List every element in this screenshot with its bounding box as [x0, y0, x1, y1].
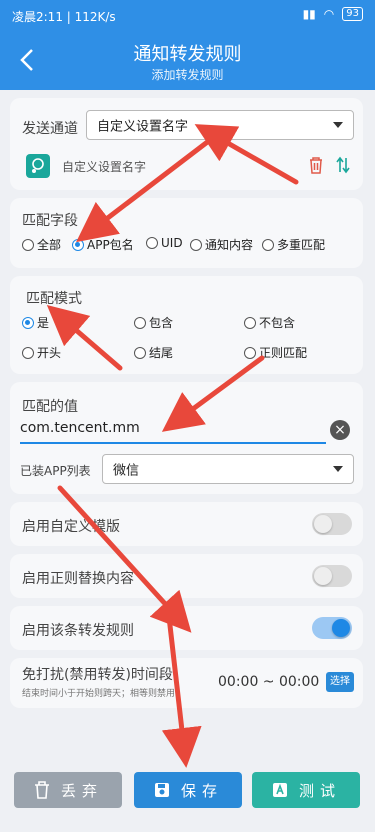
radio-all[interactable]: 全部	[22, 236, 61, 253]
sender-card: 发送通道 自定义设置名字 自定义设置名字	[10, 98, 363, 190]
status-bar: 凌晨2:11 | 112K/s ▮▮ ◠ 93	[0, 0, 375, 32]
radio-app-package[interactable]: APP包名	[72, 236, 134, 253]
radio-uid[interactable]: UID	[146, 236, 183, 250]
dropdown-caret-icon	[333, 122, 343, 128]
radio-starts-with[interactable]: 开头	[22, 344, 61, 361]
dnd-card: 免打扰(禁用转发)时间段 结束时间小于开始则跨天；相等则禁用 00:00 ~ 0…	[10, 658, 363, 708]
wifi-icon: ◠	[323, 7, 335, 21]
installed-apps-select[interactable]: 微信	[102, 454, 354, 484]
dnd-hint: 结束时间小于开始则跨天；相等则禁用	[22, 689, 176, 699]
save-disk-icon	[154, 783, 169, 797]
radio-not-contains[interactable]: 不包含	[244, 314, 295, 331]
toggle-label-regex-replace: 启用正则替换内容	[22, 571, 134, 587]
app-bar: 通知转发规则 添加转发规则	[0, 32, 375, 90]
radio-multi-match[interactable]: 多重匹配	[262, 236, 325, 253]
radio-notification-content[interactable]: 通知内容	[190, 236, 253, 253]
installed-apps-label: 已装APP列表	[20, 464, 91, 478]
toggle-card-regex-replace: 启用正则替换内容	[10, 554, 363, 598]
match-value-label: 匹配的值	[22, 399, 78, 415]
match-mode-label: 匹配模式	[26, 291, 82, 307]
discard-button[interactable]: 丢弃	[14, 772, 122, 808]
delete-icon[interactable]	[308, 156, 324, 174]
custom-template-switch[interactable]	[312, 513, 352, 535]
trash-icon	[34, 781, 49, 799]
page-subtitle: 添加转发规则	[151, 68, 224, 82]
channel-app-icon	[26, 154, 50, 178]
enable-rule-switch[interactable]	[312, 617, 352, 639]
sender-label: 发送通道	[22, 121, 78, 137]
clear-icon[interactable]: ×	[330, 420, 350, 440]
signal-icon: ▮▮	[302, 7, 316, 21]
status-time: 凌晨2:11 | 112K/s	[12, 10, 116, 24]
toggle-label-custom-template: 启用自定义模版	[22, 519, 120, 535]
match-value-card: 匹配的值 com.tencent.mm × 已装APP列表 微信	[10, 382, 363, 494]
toggle-card-enable-rule: 启用该条转发规则	[10, 606, 363, 650]
channel-name: 自定义设置名字	[62, 160, 147, 174]
match-value-input[interactable]: com.tencent.mm	[20, 418, 326, 444]
radio-contains[interactable]: 包含	[134, 314, 173, 331]
radio-ends-with[interactable]: 结尾	[134, 344, 173, 361]
battery-icon: 93	[342, 7, 363, 21]
match-field-card: 匹配字段 全部 APP包名 UID 通知内容 多重匹配	[10, 198, 363, 268]
test-icon	[272, 783, 287, 797]
page-title: 通知转发规则	[133, 44, 242, 65]
sender-select[interactable]: 自定义设置名字	[86, 110, 354, 140]
choose-time-button[interactable]: 选择	[326, 672, 354, 692]
radio-regex[interactable]: 正则匹配	[244, 344, 307, 361]
test-button[interactable]: 测试	[252, 772, 360, 808]
dnd-time: 00:00 ~ 00:00	[218, 674, 320, 690]
toggle-card-custom-template: 启用自定义模版	[10, 502, 363, 546]
dropdown-caret-icon	[333, 466, 343, 472]
match-mode-card: 匹配模式 是 包含 不包含 开头 结尾 正则匹配	[10, 276, 363, 374]
sort-icon[interactable]	[336, 156, 350, 174]
regex-replace-switch[interactable]	[312, 565, 352, 587]
radio-is[interactable]: 是	[22, 314, 49, 331]
save-button[interactable]: 保存	[134, 772, 242, 808]
dnd-title: 免打扰(禁用转发)时间段	[22, 667, 173, 683]
match-field-label: 匹配字段	[22, 213, 78, 229]
toggle-label-enable-rule: 启用该条转发规则	[22, 623, 134, 639]
